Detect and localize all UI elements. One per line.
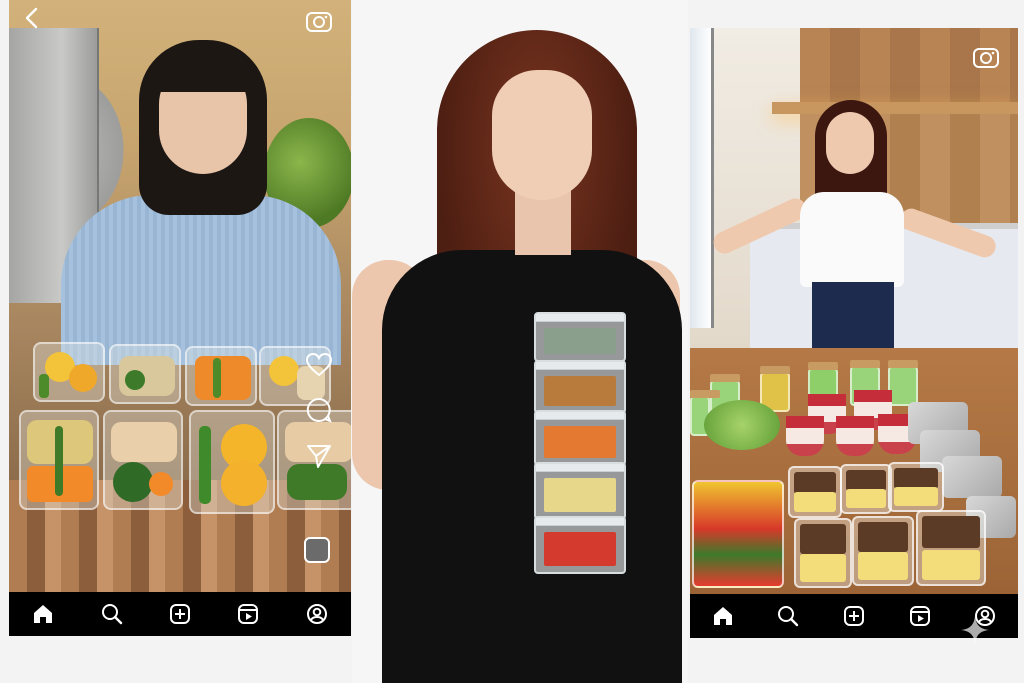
create-icon[interactable] [168,602,192,626]
reels-icon[interactable] [236,602,260,626]
bangs [155,54,253,92]
stacked-container [534,360,626,414]
woman-in-white-top [710,100,999,380]
send-icon[interactable] [305,442,333,475]
jar [888,360,918,406]
meal-prep-container [109,344,181,404]
meal-prep-container [189,410,275,514]
create-icon[interactable] [842,604,866,628]
meal-prep-container [19,410,99,510]
black-top [382,250,682,683]
left-reel-video[interactable] [9,0,351,592]
camera-icon[interactable] [972,44,1000,75]
wrapped-package [942,456,1002,498]
audio-thumbnail-icon[interactable] [303,536,331,569]
woman-in-blue-sweater [61,40,341,365]
center-photo [352,0,688,683]
comment-icon[interactable] [305,396,333,429]
meal-prep-container [185,346,257,406]
lettuce-bowl [704,400,780,450]
meal-container [916,510,986,586]
meal-container [788,466,842,518]
stacked-container [534,312,626,362]
meal-container [888,462,944,512]
right-reel-video[interactable] [690,28,1018,594]
back-chevron-icon[interactable] [21,6,43,35]
reels-icon[interactable] [908,604,932,628]
stacked-container [534,462,626,520]
meal-prep-container [33,342,105,402]
blue-sweater [61,195,341,365]
sparkle-watermark-icon [960,615,990,645]
window [690,28,714,328]
bottom-nav-bar [9,592,351,636]
stacked-container [534,410,626,466]
face [826,112,874,174]
stacked-container [534,516,626,574]
meal-container [794,518,852,588]
home-icon[interactable] [711,604,735,628]
veggie-container [692,480,784,588]
search-icon[interactable] [100,602,124,626]
white-top [800,192,904,287]
smiling-face [492,70,592,200]
camera-icon[interactable] [305,8,333,39]
heart-icon[interactable] [305,352,333,383]
profile-icon[interactable] [305,602,329,626]
meal-container [840,464,892,514]
parfait-cup [836,416,874,456]
home-icon[interactable] [31,602,55,626]
meal-prep-container [103,410,183,510]
parfait-cup [786,416,824,456]
right-reel-screen [690,28,1018,638]
search-icon[interactable] [776,604,800,628]
meal-container [852,516,914,586]
left-reel-screen [9,0,351,636]
